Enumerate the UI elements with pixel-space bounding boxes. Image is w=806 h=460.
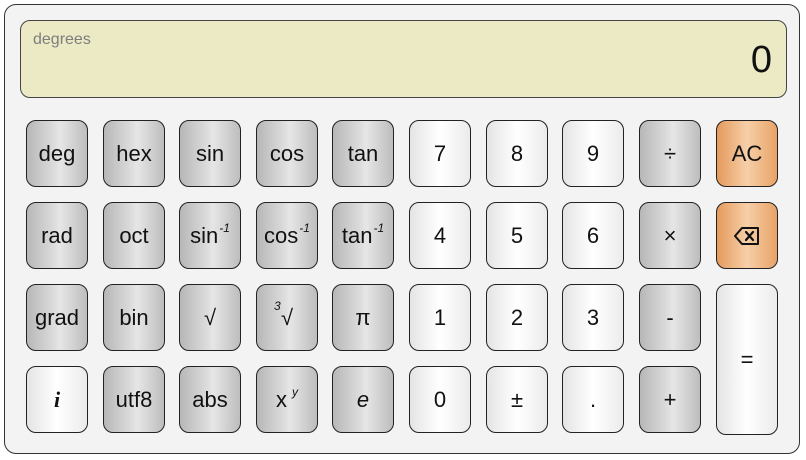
display: degrees 0 (20, 20, 787, 98)
cube-root-button[interactable]: 3 √ (256, 284, 318, 351)
power-button[interactable]: xy (256, 366, 318, 433)
decimal-point-button[interactable]: . (562, 366, 624, 433)
arccos-button[interactable]: cos -1 (256, 202, 318, 269)
sin-button[interactable]: sin (179, 120, 241, 187)
digit-1-button[interactable]: 1 (409, 284, 471, 351)
minus-button[interactable]: - (639, 284, 701, 351)
all-clear-button[interactable]: AC (716, 120, 778, 187)
cube-root-index: 3 (273, 298, 281, 313)
power-exponent: y (292, 384, 298, 399)
arcsin-button[interactable]: sin -1 (179, 202, 241, 269)
cube-root-symbol: 3 √ (274, 299, 294, 331)
digit-6-button[interactable]: 6 (562, 202, 624, 269)
inverse-exponent: -1 (299, 220, 310, 235)
inverse-exponent: -1 (219, 220, 230, 235)
utf8-button[interactable]: utf8 (103, 366, 165, 433)
arcsin-label: sin (190, 222, 219, 248)
equals-button[interactable]: = (716, 284, 778, 435)
plus-button[interactable]: + (639, 366, 701, 433)
backspace-icon (734, 226, 759, 245)
bin-button[interactable]: bin (103, 284, 165, 351)
pi-button[interactable]: π (332, 284, 394, 351)
oct-button[interactable]: oct (103, 202, 165, 269)
digit-2-button[interactable]: 2 (486, 284, 548, 351)
rad-button[interactable]: rad (26, 202, 88, 269)
display-value: 0 (750, 39, 772, 81)
arctan-button[interactable]: tan -1 (332, 202, 394, 269)
multiply-button[interactable]: × (639, 202, 701, 269)
digit-7-button[interactable]: 7 (409, 120, 471, 187)
cos-button[interactable]: cos (256, 120, 318, 187)
digit-3-button[interactable]: 3 (562, 284, 624, 351)
abs-button[interactable]: abs (179, 366, 241, 433)
imaginary-unit-button[interactable]: i (26, 366, 88, 433)
deg-button[interactable]: deg (26, 120, 88, 187)
square-root-button[interactable]: √ (179, 284, 241, 351)
inverse-exponent: -1 (373, 220, 385, 235)
backspace-button[interactable] (716, 202, 778, 269)
divide-button[interactable]: ÷ (639, 120, 701, 187)
angle-mode-indicator: degrees (33, 31, 91, 48)
grad-button[interactable]: grad (26, 284, 88, 351)
arctan-label: tan (341, 222, 373, 248)
cube-root-sign: √ (280, 304, 294, 330)
euler-number-button[interactable]: e (332, 366, 394, 433)
calculator: degrees 0 deg hex sin cos tan 7 8 9 ÷ AC… (4, 4, 800, 454)
plus-minus-button[interactable]: ± (486, 366, 548, 433)
digit-9-button[interactable]: 9 (562, 120, 624, 187)
tan-button[interactable]: tan (332, 120, 394, 187)
digit-5-button[interactable]: 5 (486, 202, 548, 269)
power-base: x (276, 386, 287, 412)
digit-8-button[interactable]: 8 (486, 120, 548, 187)
arccos-label: cos (264, 222, 299, 248)
hex-button[interactable]: hex (103, 120, 165, 187)
digit-4-button[interactable]: 4 (409, 202, 471, 269)
digit-0-button[interactable]: 0 (409, 366, 471, 433)
